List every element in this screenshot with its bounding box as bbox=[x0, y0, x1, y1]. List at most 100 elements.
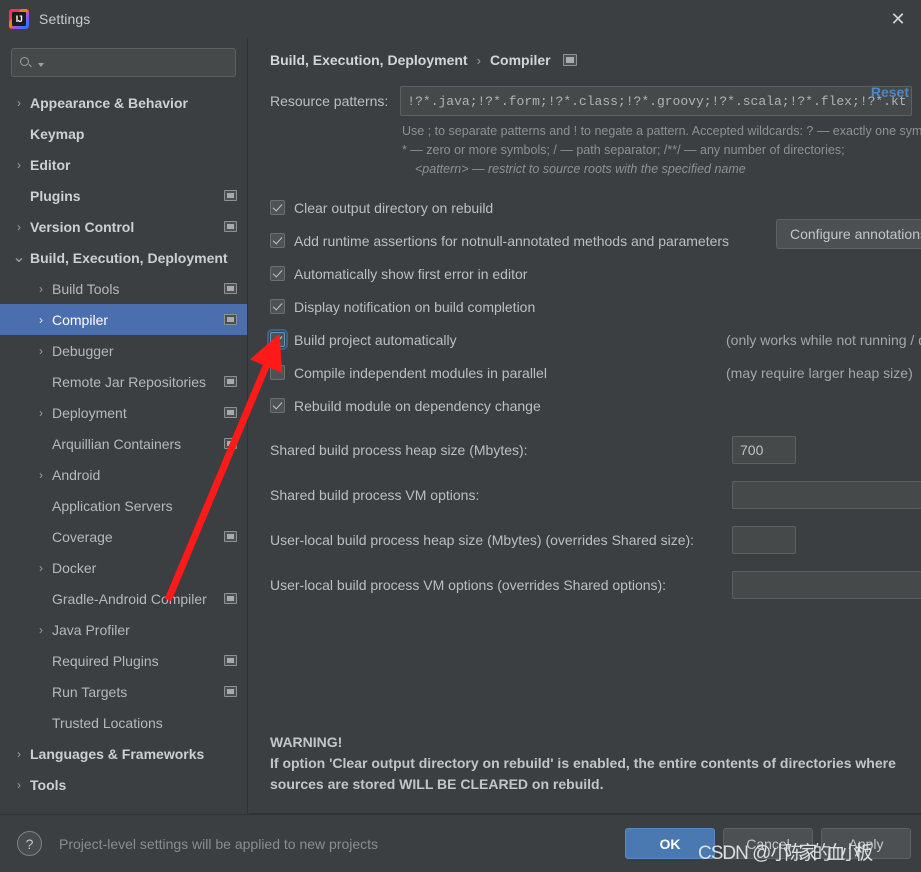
warning-title: WARNING! bbox=[270, 734, 343, 750]
field-input[interactable] bbox=[732, 436, 796, 464]
checkbox-label: Compile independent modules in parallel bbox=[294, 364, 547, 381]
sidebar-item-label: Trusted Locations bbox=[52, 714, 163, 731]
sidebar-item-label: Debugger bbox=[52, 342, 114, 359]
chevron-right-icon[interactable]: › bbox=[30, 469, 52, 481]
apply-button[interactable]: Apply bbox=[821, 828, 911, 859]
chevron-right-icon[interactable]: › bbox=[30, 562, 52, 574]
field-row: User-local build process VM options (ove… bbox=[270, 567, 921, 612]
sidebar-item-label: Plugins bbox=[30, 187, 81, 204]
sidebar-item-gradle-android-compiler[interactable]: Gradle-Android Compiler bbox=[0, 583, 247, 614]
checkbox-row[interactable]: Add runtime assertions for notnull-annot… bbox=[270, 224, 921, 257]
sidebar-item-label: Deployment bbox=[52, 404, 127, 421]
field-input[interactable] bbox=[732, 526, 796, 554]
sidebar-item-version-control[interactable]: › Version Control bbox=[0, 211, 247, 242]
checkbox-row[interactable]: Automatically show first error in editor bbox=[270, 257, 921, 290]
sidebar-item-label: Version Control bbox=[30, 218, 135, 235]
field-input[interactable] bbox=[732, 481, 921, 509]
sidebar-item-label: Arquillian Containers bbox=[52, 435, 182, 452]
ok-button[interactable]: OK bbox=[625, 828, 715, 859]
sidebar-item-required-plugins[interactable]: Required Plugins bbox=[0, 645, 247, 676]
sidebar-item-android[interactable]: › Android bbox=[0, 459, 247, 490]
checkbox-row[interactable]: Display notification on build completion bbox=[270, 290, 921, 323]
checkbox-row[interactable]: Build project automatically (only works w… bbox=[267, 323, 921, 356]
chevron-right-icon[interactable]: › bbox=[8, 159, 30, 171]
checkbox-display-notification-on-build-completion[interactable] bbox=[270, 299, 285, 314]
search-box[interactable] bbox=[11, 48, 236, 77]
project-level-settings-icon bbox=[224, 438, 237, 449]
chevron-down-icon[interactable]: ⌄ bbox=[8, 249, 30, 266]
sidebar-item-label: Java Profiler bbox=[52, 621, 130, 638]
checkbox-add-runtime-assertions-for-notnull-annotated-methods-and-parameters[interactable] bbox=[270, 233, 285, 248]
chevron-right-icon[interactable]: › bbox=[8, 97, 30, 109]
sidebar-item-label: Compiler bbox=[52, 311, 109, 328]
sidebar-item-editor[interactable]: › Editor bbox=[0, 149, 247, 180]
sidebar-item-debugger[interactable]: › Debugger bbox=[0, 335, 247, 366]
settings-dialog: Settings ✕ ›Appearance & BehaviorKeymap›… bbox=[0, 0, 921, 872]
cancel-button[interactable]: Cancel bbox=[723, 828, 813, 859]
intellij-idea-logo-icon bbox=[9, 9, 29, 29]
sidebar-item-label: Run Targets bbox=[52, 683, 128, 700]
window-title: Settings bbox=[39, 11, 91, 27]
field-label: User-local build process VM options (ove… bbox=[270, 577, 667, 593]
sidebar-item-trusted-locations[interactable]: Trusted Locations bbox=[0, 707, 247, 738]
sidebar-item-java-profiler[interactable]: › Java Profiler bbox=[0, 614, 247, 645]
question-mark-icon[interactable]: ? bbox=[17, 831, 42, 856]
checkbox-row[interactable]: Compile independent modules in parallel (… bbox=[270, 356, 921, 389]
sidebar-item-application-servers[interactable]: Application Servers bbox=[0, 490, 247, 521]
chevron-right-icon[interactable]: › bbox=[8, 748, 30, 760]
compiler-options-list: Configure annotations… Clear output dire… bbox=[249, 191, 921, 422]
chevron-right-icon[interactable]: › bbox=[30, 624, 52, 636]
warning-block: WARNING! If option 'Clear output directo… bbox=[270, 732, 910, 795]
sidebar-item-languages-frameworks[interactable]: › Languages & Frameworks bbox=[0, 738, 247, 769]
breadcrumb: Build, Execution, Deployment › Compiler bbox=[249, 38, 921, 74]
reset-button[interactable]: Reset bbox=[871, 84, 909, 100]
chevron-right-icon[interactable]: › bbox=[30, 283, 52, 295]
checkbox-compile-independent-modules-in-parallel[interactable] bbox=[270, 365, 285, 380]
field-label: Shared build process VM options: bbox=[270, 487, 480, 503]
sidebar-item-coverage[interactable]: Coverage bbox=[0, 521, 247, 552]
checkbox-clear-output-directory-on-rebuild[interactable] bbox=[270, 200, 285, 215]
checkbox-row[interactable]: Rebuild module on dependency change bbox=[270, 389, 921, 422]
sidebar-item-label: Docker bbox=[52, 559, 97, 576]
resource-patterns-input[interactable] bbox=[400, 86, 913, 116]
sidebar-item-remote-jar-repositories[interactable]: Remote Jar Repositories bbox=[0, 366, 247, 397]
chevron-right-icon[interactable]: › bbox=[8, 221, 30, 233]
sidebar-item-label: Appearance & Behavior bbox=[30, 94, 188, 111]
sidebar-item-keymap[interactable]: Keymap bbox=[0, 118, 247, 149]
chevron-right-icon[interactable]: › bbox=[30, 345, 52, 357]
project-level-settings-icon bbox=[224, 531, 237, 542]
sidebar-item-run-targets[interactable]: Run Targets bbox=[0, 676, 247, 707]
sidebar-item-build-execution-deployment[interactable]: ⌄ Build, Execution, Deployment bbox=[0, 242, 247, 273]
sidebar-item-deployment[interactable]: › Deployment bbox=[0, 397, 247, 428]
sidebar-item-label: Coverage bbox=[52, 528, 113, 545]
sidebar-item-appearance-behavior[interactable]: › Appearance & Behavior bbox=[0, 87, 247, 118]
sidebar-item-build-tools[interactable]: › Build Tools bbox=[0, 273, 247, 304]
close-icon[interactable]: ✕ bbox=[875, 0, 921, 38]
chevron-right-icon[interactable]: › bbox=[30, 314, 52, 326]
sidebar-item-docker[interactable]: › Docker bbox=[0, 552, 247, 583]
checkbox-label: Automatically show first error in editor bbox=[294, 265, 528, 282]
sidebar-item-plugins[interactable]: Plugins bbox=[0, 180, 247, 211]
chevron-right-icon[interactable]: › bbox=[8, 779, 30, 791]
sidebar-item-arquillian-containers[interactable]: Arquillian Containers bbox=[0, 428, 247, 459]
search-input[interactable] bbox=[44, 54, 227, 71]
checkbox-rebuild-module-on-dependency-change[interactable] bbox=[270, 398, 285, 413]
sidebar-item-compiler[interactable]: › Compiler bbox=[0, 304, 247, 335]
field-row: Shared build process heap size (Mbytes): bbox=[270, 432, 921, 477]
checkbox-note: (only works while not running / debuggin… bbox=[726, 331, 921, 348]
chevron-right-icon[interactable]: › bbox=[30, 407, 52, 419]
sidebar-search-wrap bbox=[0, 38, 247, 85]
field-input[interactable] bbox=[732, 571, 921, 599]
resource-patterns-label: Resource patterns: bbox=[270, 93, 389, 109]
title-bar: Settings ✕ bbox=[0, 0, 921, 38]
checkbox-build-project-automatically[interactable] bbox=[267, 329, 288, 350]
sidebar-item-tools[interactable]: › Tools bbox=[0, 769, 247, 800]
checkbox-automatically-show-first-error-in-editor[interactable] bbox=[270, 266, 285, 281]
breadcrumb-parent[interactable]: Build, Execution, Deployment bbox=[270, 52, 468, 68]
sidebar-item-label: Build, Execution, Deployment bbox=[30, 249, 228, 266]
sidebar-item-label: Build Tools bbox=[52, 280, 120, 297]
field-row: User-local build process heap size (Mbyt… bbox=[270, 522, 921, 567]
sidebar-item-label: Editor bbox=[30, 156, 71, 173]
checkbox-row[interactable]: Clear output directory on rebuild bbox=[270, 191, 921, 224]
sidebar-item-label: Required Plugins bbox=[52, 652, 159, 669]
